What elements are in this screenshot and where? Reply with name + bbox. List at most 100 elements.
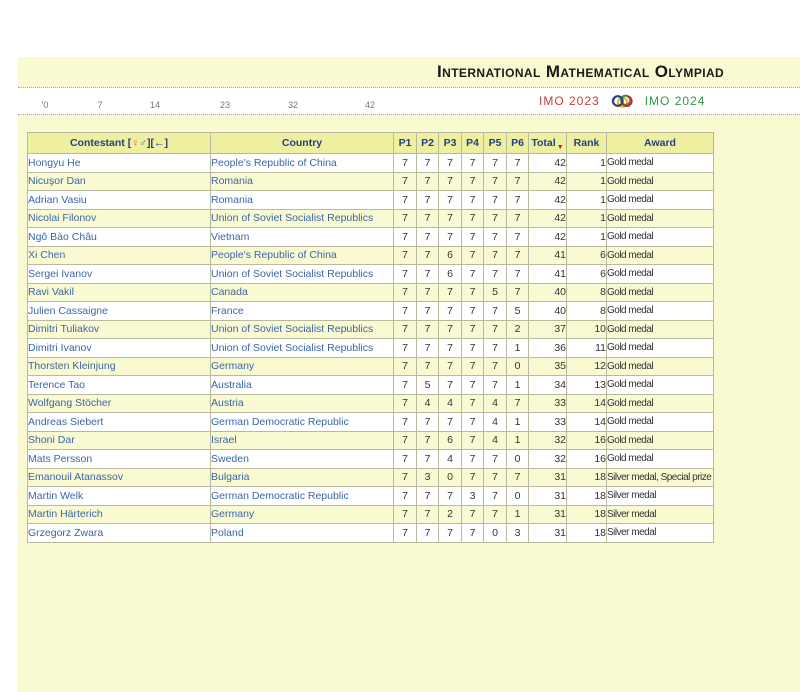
country-link[interactable]: Bulgaria bbox=[211, 471, 250, 483]
award-cell: Gold medal bbox=[607, 450, 714, 469]
country-link[interactable]: Poland bbox=[211, 527, 244, 539]
table-row: Nicolai Filonov Union of Soviet Socialist… bbox=[28, 209, 714, 228]
contestant-link[interactable]: Andreas Siebert bbox=[28, 416, 103, 428]
country-link[interactable]: Romania bbox=[211, 194, 253, 206]
contestant-link[interactable]: Xi Chen bbox=[28, 249, 65, 261]
rank-cell: 6 bbox=[567, 265, 607, 284]
col-header-p5[interactable]: P5 bbox=[484, 133, 507, 154]
country-link[interactable]: Vietnam bbox=[211, 231, 249, 243]
contestant-link[interactable]: Mats Persson bbox=[28, 453, 92, 465]
imo-logo-icon[interactable] bbox=[611, 93, 634, 109]
score-p1-cell: 7 bbox=[394, 487, 417, 506]
country-link[interactable]: German Democratic Republic bbox=[211, 416, 349, 428]
contestant-link[interactable]: Nicolai Filonov bbox=[28, 212, 96, 224]
col-header-country[interactable]: Country bbox=[211, 133, 394, 154]
country-link[interactable]: France bbox=[211, 305, 244, 317]
contestant-link[interactable]: Ngô Bào Châu bbox=[28, 231, 97, 243]
country-link[interactable]: Romania bbox=[211, 175, 253, 187]
contestant-link[interactable]: Dimitri Tuliakov bbox=[28, 323, 99, 335]
contestant-cell: Terence Tao bbox=[28, 376, 211, 395]
table-row: Martin WelkGerman Democratic Republic777… bbox=[28, 487, 714, 506]
nav-link-imo-2024[interactable]: IMO 2024 bbox=[645, 94, 706, 108]
country-link[interactable]: German Democratic Republic bbox=[211, 490, 349, 502]
total-header-label: Total bbox=[531, 137, 555, 149]
contestant-link[interactable]: Adrian Vasiu bbox=[28, 194, 87, 206]
contestant-link[interactable]: Dimitri Ivanov bbox=[28, 342, 92, 354]
country-link[interactable]: Union of Soviet Socialist Republics bbox=[211, 342, 373, 354]
score-p5-cell: 4 bbox=[484, 394, 507, 413]
award-cell: Gold medal bbox=[607, 320, 714, 339]
score-p4-cell: 7 bbox=[462, 468, 484, 487]
score-p4-cell: 7 bbox=[462, 339, 484, 358]
score-p3-cell: 4 bbox=[439, 450, 462, 469]
score-p6-cell: 0 bbox=[507, 487, 529, 506]
col-header-p4[interactable]: P4 bbox=[462, 133, 484, 154]
score-p1-cell: 7 bbox=[394, 154, 417, 173]
country-link[interactable]: Union of Soviet Socialist Republics bbox=[211, 268, 373, 280]
contestant-link[interactable]: Thorsten Kleinjung bbox=[28, 360, 116, 372]
contestant-cell: Grzegorz Zwara bbox=[28, 524, 211, 543]
col-header-p1[interactable]: P1 bbox=[394, 133, 417, 154]
total-cell: 40 bbox=[529, 302, 567, 321]
contestant-link[interactable]: Wolfgang Stöcher bbox=[28, 397, 111, 409]
country-link[interactable]: Australia bbox=[211, 379, 252, 391]
score-p1-cell: 7 bbox=[394, 524, 417, 543]
table-row: Dimitri Tuliakov Union of Soviet Socialis… bbox=[28, 320, 714, 339]
contestant-link[interactable]: Ravi Vakil bbox=[28, 286, 74, 298]
contestant-link[interactable]: Shoni Dar bbox=[28, 434, 75, 446]
total-cell: 42 bbox=[529, 154, 567, 173]
contestant-cell: Adrian Vasiu bbox=[28, 191, 211, 210]
score-p1-cell: 7 bbox=[394, 246, 417, 265]
country-link[interactable]: People's Republic of China bbox=[211, 249, 337, 261]
col-header-p3[interactable]: P3 bbox=[439, 133, 462, 154]
results-body: Hongyu HePeople's Republic of China77777… bbox=[28, 154, 714, 543]
country-cell: Austria bbox=[211, 394, 394, 413]
country-link[interactable]: Germany bbox=[211, 508, 254, 520]
col-header-p2[interactable]: P2 bbox=[417, 133, 439, 154]
award-cell: Gold medal bbox=[607, 339, 714, 358]
contestant-link[interactable]: Grzegorz Zwara bbox=[28, 527, 103, 539]
contestant-cell: Dimitri Tuliakov bbox=[28, 320, 211, 339]
col-header-contestant[interactable]: Contestant[♀♂][←] bbox=[28, 133, 211, 154]
score-p1-cell: 7 bbox=[394, 228, 417, 247]
country-link[interactable]: Canada bbox=[211, 286, 248, 298]
score-p2-cell: 7 bbox=[417, 357, 439, 376]
table-row: Andreas Siebert German Democratic Republi… bbox=[28, 413, 714, 432]
contestant-link[interactable]: Sergei Ivanov bbox=[28, 268, 92, 280]
back-arrow-link[interactable]: [←] bbox=[151, 137, 169, 149]
col-header-rank[interactable]: Rank bbox=[567, 133, 607, 154]
contestant-link[interactable]: Hongyu He bbox=[28, 157, 81, 169]
score-p3-cell: 7 bbox=[439, 154, 462, 173]
country-cell: Union of Soviet Socialist Republics bbox=[211, 320, 394, 339]
gender-filter-link[interactable]: [♀♂] bbox=[128, 137, 151, 149]
nav-band: '0714233242 IMO 2023 IMO 2024 bbox=[18, 88, 800, 115]
country-link[interactable]: Israel bbox=[211, 434, 237, 446]
country-link[interactable]: Union of Soviet Socialist Republics bbox=[211, 323, 373, 335]
country-link[interactable]: Austria bbox=[211, 397, 244, 409]
contestant-link[interactable]: Emanouil Atanassov bbox=[28, 471, 123, 483]
score-p3-cell: 7 bbox=[439, 191, 462, 210]
score-p2-cell: 7 bbox=[417, 339, 439, 358]
country-link[interactable]: Union of Soviet Socialist Republics bbox=[211, 212, 373, 224]
score-p6-cell: 0 bbox=[507, 450, 529, 469]
scale-tick-label: 7 bbox=[97, 100, 102, 110]
score-p3-cell: 7 bbox=[439, 172, 462, 191]
female-icon: ♀ bbox=[131, 137, 139, 149]
score-p3-cell: 7 bbox=[439, 524, 462, 543]
table-row: Grzegorz ZwaraPoland7777033118Silver med… bbox=[28, 524, 714, 543]
contestant-link[interactable]: Julien Cassaigne bbox=[28, 305, 108, 317]
col-header-award[interactable]: Award bbox=[607, 133, 714, 154]
rank-cell: 18 bbox=[567, 524, 607, 543]
country-link[interactable]: Sweden bbox=[211, 453, 249, 465]
country-link[interactable]: People's Republic of China bbox=[211, 157, 337, 169]
col-header-total[interactable]: Total▼ bbox=[529, 133, 567, 154]
nav-link-imo-2023[interactable]: IMO 2023 bbox=[539, 94, 600, 108]
country-link[interactable]: Germany bbox=[211, 360, 254, 372]
score-p6-cell: 7 bbox=[507, 265, 529, 284]
contestant-link[interactable]: Martin Welk bbox=[28, 490, 83, 502]
contestant-link[interactable]: Terence Tao bbox=[28, 379, 85, 391]
col-header-p6[interactable]: P6 bbox=[507, 133, 529, 154]
contestant-link[interactable]: Nicuşor Dan bbox=[28, 175, 86, 187]
score-p5-cell: 7 bbox=[484, 320, 507, 339]
contestant-link[interactable]: Martin Härterich bbox=[28, 508, 103, 520]
